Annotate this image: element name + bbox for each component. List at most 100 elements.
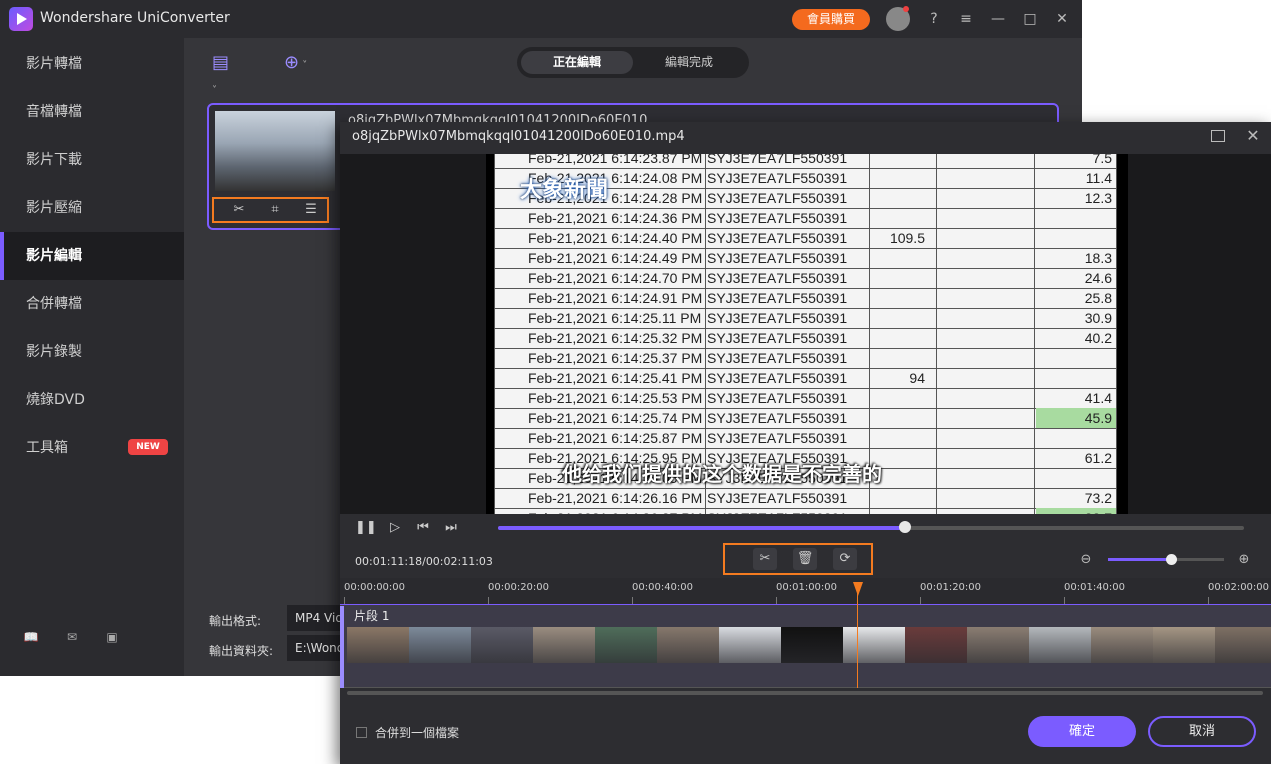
mail-icon[interactable]: ✉ — [64, 630, 80, 644]
filmstrip-frame — [347, 627, 409, 663]
filmstrip[interactable] — [347, 627, 1271, 663]
prev-frame-icon[interactable]: ⏮ — [414, 519, 432, 537]
sidebar-item-record[interactable]: 影片錄製 — [0, 328, 184, 376]
sheet-cell: SYJ3E7EA7LF550391 — [707, 290, 848, 306]
add-file-icon[interactable]: ▤ ˅ — [212, 52, 236, 96]
app-title: Wondershare UniConverter — [40, 10, 230, 26]
ruler-tick-label: 00:01:00:00 — [776, 582, 838, 593]
sheet-cell: 41.4 — [1084, 390, 1112, 406]
sheet-cell: SYJ3E7EA7LF550391 — [707, 154, 848, 166]
sheet-cell: 73.2 — [1084, 490, 1112, 506]
tab-editing[interactable]: 正在編輯 — [521, 51, 633, 74]
sheet-cell: SYJ3E7EA7LF550391 — [707, 490, 848, 506]
filmstrip-frame — [1215, 627, 1271, 663]
filmstrip-frame — [533, 627, 595, 663]
book-icon[interactable]: 📖 — [23, 630, 39, 644]
delete-icon[interactable]: 🗑 — [793, 548, 817, 570]
sidebar-item-download[interactable]: 影片下載 — [0, 136, 184, 184]
close-icon[interactable]: ✕ — [1052, 9, 1072, 29]
sidebar-item-edit[interactable]: 影片編輯 — [0, 232, 184, 280]
cancel-button[interactable]: 取消 — [1148, 716, 1256, 747]
trim-handle[interactable] — [340, 606, 344, 688]
filmstrip-frame — [967, 627, 1029, 663]
sheet-cell: 40.2 — [1084, 330, 1112, 346]
sheet-cell: SYJ3E7EA7LF550391 — [707, 350, 848, 366]
sheet-cell: Feb-21,2021 6:14:25.87 PM — [528, 430, 703, 446]
merge-checkbox[interactable] — [356, 727, 367, 738]
video-subtitle: 他给我们提供的这个数据是不完善的 — [562, 462, 882, 486]
sheet-cell: 45.9 — [1036, 408, 1116, 428]
zoom-in-icon[interactable]: ⊕ — [1236, 552, 1252, 568]
zoom-out-icon[interactable]: ⊖ — [1078, 552, 1094, 568]
timecode: 00:01:11:18/00:02:11:03 — [355, 555, 493, 568]
filmstrip-frame — [1029, 627, 1091, 663]
effects-icon[interactable]: ☰ — [299, 199, 323, 221]
sheet-row: Feb-21,2021 6:14:25.74 PM SYJ3E7EA7LF5503… — [494, 408, 1117, 429]
scissors-icon[interactable]: ✂ — [227, 199, 251, 221]
sheet-cell: Feb-21,2021 6:14:24.91 PM — [528, 290, 703, 306]
ok-button[interactable]: 確定 — [1028, 716, 1136, 747]
sidebar-item-merge[interactable]: 合併轉檔 — [0, 280, 184, 328]
ruler-tick — [776, 597, 777, 604]
sheet-cell: SYJ3E7EA7LF550391 — [707, 410, 848, 426]
add-from-device-icon[interactable]: ⊕ ˅ — [284, 52, 308, 74]
sheet-row: Feb-21,2021 6:14:25.37 PM SYJ3E7EA7LF5503… — [494, 348, 1117, 369]
new-badge: NEW — [128, 439, 168, 455]
sheet-row: Feb-21,2021 6:14:25.41 PM SYJ3E7EA7LF5503… — [494, 368, 1117, 389]
sheet-cell: 25.8 — [1084, 290, 1112, 306]
output-format-label: 輸出格式: — [209, 614, 262, 628]
ruler-tick-label: 00:02:00:00 — [1208, 582, 1270, 593]
sheet-cell: SYJ3E7EA7LF550391 — [707, 170, 848, 186]
zoom-knob[interactable] — [1166, 554, 1177, 565]
playhead-marker[interactable] — [853, 582, 863, 596]
video-user-icon[interactable]: ▣ — [104, 630, 120, 644]
playhead[interactable] — [857, 582, 858, 688]
sidebar-item-video-convert[interactable]: 影片轉檔 — [0, 40, 184, 88]
output-folder-label: 輸出資料夾: — [209, 644, 274, 658]
minimize-icon[interactable]: — — [988, 9, 1008, 29]
sheet-cell: Feb-21,2021 6:14:23.87 PM — [528, 154, 703, 166]
buy-button[interactable]: 會員購買 — [792, 9, 870, 30]
next-frame-icon[interactable]: ⏭ — [442, 519, 460, 537]
sheet-cell: SYJ3E7EA7LF550391 — [707, 250, 848, 266]
maximize-icon[interactable] — [1211, 130, 1225, 142]
sheet-cell: 30.9 — [1084, 310, 1112, 326]
sidebar-item-audio-convert[interactable]: 音檔轉檔 — [0, 88, 184, 136]
news-watermark: 大象新聞 — [520, 178, 609, 203]
filmstrip-frame — [843, 627, 905, 663]
output-folder-field[interactable]: E:\Wondershare — [287, 635, 347, 661]
sheet-cell: SYJ3E7EA7LF550391 — [707, 330, 848, 346]
help-icon[interactable]: ? — [924, 9, 944, 29]
reset-icon[interactable]: ⟳ — [833, 548, 857, 570]
sheet-row: Feb-21,2021 6:14:24.49 PM SYJ3E7EA7LF5503… — [494, 248, 1117, 269]
pause-icon[interactable]: ❚❚ — [355, 519, 377, 537]
sheet-cell: 18.3 — [1084, 250, 1112, 266]
filmstrip-frame — [1153, 627, 1215, 663]
menu-icon[interactable]: ≡ — [956, 9, 976, 29]
tab-done[interactable]: 編輯完成 — [633, 51, 745, 74]
sheet-cell: SYJ3E7EA7LF550391 — [707, 390, 848, 406]
sheet-cell: 24.6 — [1084, 270, 1112, 286]
progress-knob[interactable] — [899, 521, 911, 533]
sidebar-item-compress[interactable]: 影片壓縮 — [0, 184, 184, 232]
maximize-icon[interactable]: □ — [1020, 9, 1040, 29]
scissors-icon[interactable]: ✂ — [753, 548, 777, 570]
segment-label: 片段 1 — [354, 609, 390, 623]
close-icon[interactable]: ✕ — [1244, 127, 1262, 145]
output-format-select[interactable]: MP4 Video — [287, 605, 347, 631]
sidebar-item-dvd[interactable]: 燒錄DVD — [0, 376, 184, 424]
filmstrip-frame — [1091, 627, 1153, 663]
sheet-cell: SYJ3E7EA7LF550391 — [707, 430, 848, 446]
notification-dot — [903, 6, 909, 12]
sheet-cell: 12.3 — [1084, 190, 1112, 206]
ruler-tick — [488, 597, 489, 604]
filmstrip-frame — [905, 627, 967, 663]
filmstrip-frame — [719, 627, 781, 663]
editor-title: o8jqZbPWlx07MbmqkqqI01041200lDo60E010.mp… — [352, 129, 685, 144]
play-icon[interactable]: ▷ — [386, 519, 404, 537]
crop-icon[interactable]: ⌗ — [263, 199, 287, 221]
sheet-cell: SYJ3E7EA7LF550391 — [707, 190, 848, 206]
video-thumbnail[interactable] — [215, 111, 335, 191]
sheet-row: Feb-21,2021 6:14:24.91 PM SYJ3E7EA7LF5503… — [494, 288, 1117, 309]
timeline-scrollbar[interactable] — [347, 691, 1263, 695]
